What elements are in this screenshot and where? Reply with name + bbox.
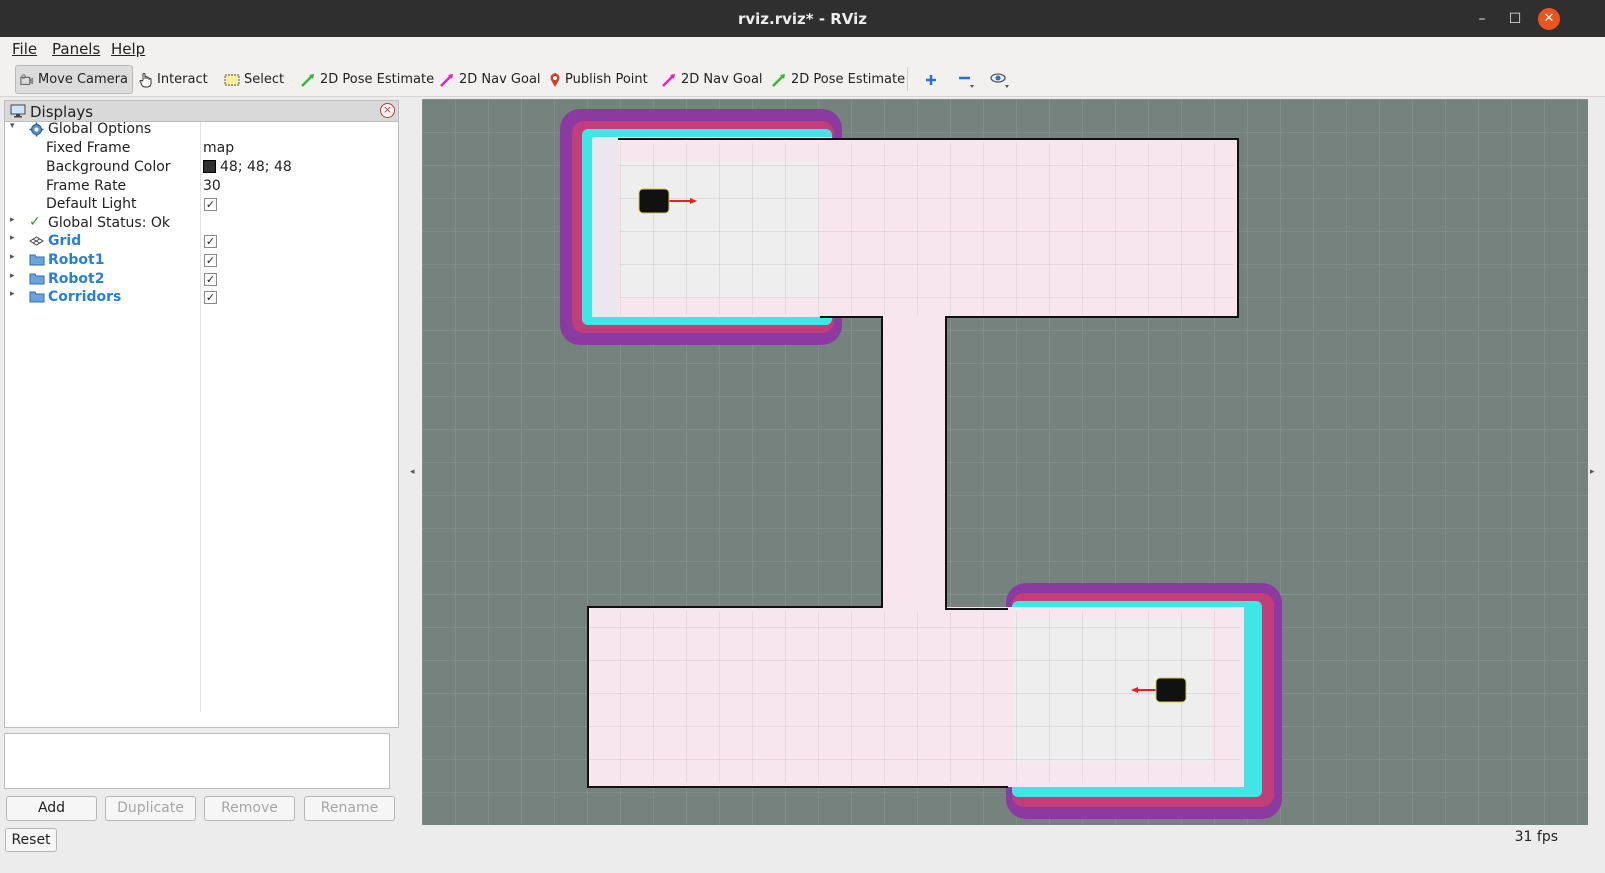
background-color-label: Background Color	[46, 159, 171, 175]
frame-rate-label: Frame Rate	[46, 178, 127, 194]
collapse-arrow-icon[interactable]: ▸	[10, 233, 15, 243]
background-color-value[interactable]: 48; 48; 48	[203, 159, 292, 175]
default-light-checkbox[interactable]: ✓	[204, 198, 217, 211]
duplicate-button[interactable]: Duplicate	[105, 796, 196, 821]
tree-row-global-options[interactable]: ▾ Global Options	[5, 121, 398, 139]
fixed-frame-label: Fixed Frame	[46, 140, 131, 156]
maximize-button[interactable]: ☐	[1504, 8, 1526, 30]
menu-panels[interactable]: Panels	[52, 40, 100, 58]
minus-icon	[959, 76, 974, 88]
move-camera-icon	[20, 73, 34, 85]
corridors-checkbox[interactable]: ✓	[204, 291, 217, 304]
select-tool[interactable]: Select	[220, 65, 288, 94]
tree-row-global-status[interactable]: ▸ ✓ Global Status: Ok	[5, 214, 398, 233]
collapse-arrow-icon[interactable]: ▸	[10, 289, 15, 299]
robot2-checkbox[interactable]: ✓	[204, 273, 217, 286]
menu-file[interactable]: File	[12, 40, 37, 58]
collapse-arrow-icon[interactable]: ▸	[10, 252, 15, 262]
global-options-label: Global Options	[48, 121, 152, 137]
robot1-checkbox[interactable]: ✓	[204, 254, 217, 267]
move-camera-tool[interactable]: Move Camera	[15, 65, 133, 94]
tree-row-frame-rate[interactable]: Frame Rate 30	[5, 178, 398, 196]
interact-tool[interactable]: Interact	[135, 65, 212, 94]
displays-panel: Displays × ▾ Global Options Fixed Frame …	[4, 100, 399, 728]
reset-button[interactable]: Reset	[5, 828, 57, 852]
collapse-arrow-icon[interactable]: ▸	[10, 271, 15, 281]
publish-point-label: Publish Point	[565, 72, 648, 87]
pose-estimate-label-1: 2D Pose Estimate	[320, 72, 435, 87]
remove-button[interactable]: Remove	[204, 796, 295, 821]
tree-row-grid[interactable]: ▸ Grid ✓	[5, 233, 398, 251]
background-color-text: 48; 48; 48	[220, 159, 292, 175]
displays-header: Displays ×	[5, 101, 398, 122]
hand-pointer-icon	[139, 72, 152, 87]
render-viewport[interactable]	[422, 99, 1588, 825]
folder-icon	[29, 273, 45, 285]
add-tool-button[interactable]	[920, 65, 946, 94]
default-light-label: Default Light	[46, 196, 137, 212]
close-panel-button[interactable]: ×	[380, 103, 395, 118]
eye-icon	[990, 72, 1009, 88]
pose-estimate-label-2: 2D Pose Estimate	[791, 72, 906, 87]
grid-icon	[29, 236, 44, 246]
select-label: Select	[244, 72, 285, 87]
toolbar-separator	[907, 67, 908, 91]
color-swatch	[203, 160, 216, 173]
monitor-icon	[10, 104, 26, 118]
folder-icon	[29, 254, 45, 266]
collapse-left-icon[interactable]: ◂	[410, 467, 415, 477]
pose-estimate-tool-1[interactable]: 2D Pose Estimate	[296, 65, 438, 94]
tree-row-corridors[interactable]: ▸ Corridors ✓	[5, 289, 398, 307]
gear-icon	[29, 122, 44, 137]
tree-row-background-color[interactable]: Background Color 48; 48; 48	[5, 159, 398, 177]
displays-title: Displays	[30, 103, 94, 121]
collapse-arrow-icon[interactable]: ▸	[10, 215, 15, 225]
map-pin-icon	[550, 72, 560, 87]
pose-estimate-tool-2[interactable]: 2D Pose Estimate	[767, 65, 909, 94]
grid-checkbox[interactable]: ✓	[204, 235, 217, 248]
tree-row-robot1[interactable]: ▸ Robot1 ✓	[5, 252, 398, 270]
global-status-label: Global Status: Ok	[48, 215, 171, 231]
corridors-label: Corridors	[48, 289, 122, 305]
nav-goal-tool-1[interactable]: 2D Nav Goal	[435, 65, 545, 94]
frame-rate-value[interactable]: 30	[203, 178, 221, 194]
description-area	[4, 733, 390, 789]
magenta-arrow-icon	[440, 73, 453, 87]
robot2-label: Robot2	[48, 271, 105, 287]
grid-label: Grid	[48, 233, 82, 249]
nav-goal-tool-2[interactable]: 2D Nav Goal	[657, 65, 767, 94]
tree-row-fixed-frame[interactable]: Fixed Frame map	[5, 140, 398, 158]
folder-icon	[29, 291, 45, 303]
window-title: rviz.rviz* - RViz	[737, 10, 868, 28]
close-button[interactable]: ✕	[1538, 8, 1560, 30]
nav-goal-label-1: 2D Nav Goal	[459, 72, 541, 87]
tree-row-default-light[interactable]: Default Light ✓	[5, 196, 398, 214]
nav-goal-label-2: 2D Nav Goal	[681, 72, 763, 87]
menu-help[interactable]: Help	[111, 40, 145, 58]
magenta-arrow-icon	[662, 73, 675, 87]
robot1-label: Robot1	[48, 252, 105, 268]
plus-icon	[926, 74, 936, 85]
move-camera-label: Move Camera	[37, 72, 128, 87]
publish-point-tool[interactable]: Publish Point	[545, 65, 652, 94]
expand-arrow-icon[interactable]: ▾	[10, 121, 15, 131]
remove-tool-button[interactable]	[953, 65, 985, 94]
collapse-right-icon[interactable]: ▸	[1590, 467, 1595, 477]
green-arrow-icon	[301, 73, 314, 87]
tree-row-robot2[interactable]: ▸ Robot2 ✓	[5, 271, 398, 289]
toolbar: Move Camera Interact Select 2D Pose Esti…	[0, 61, 1605, 97]
green-arrow-icon	[772, 73, 785, 87]
minimize-button[interactable]: –	[1471, 8, 1493, 30]
fixed-frame-value[interactable]: map	[203, 140, 234, 156]
rename-button[interactable]: Rename	[304, 796, 395, 821]
menu-bar: File Panels Help	[0, 37, 1605, 61]
camera-type-button[interactable]	[986, 65, 1020, 94]
select-box-icon	[224, 74, 240, 85]
interact-label: Interact	[157, 72, 208, 87]
status-ok-icon: ✓	[29, 214, 41, 230]
window-titlebar: rviz.rviz* - RViz – ☐ ✕	[0, 0, 1605, 37]
add-button[interactable]: Add	[6, 796, 97, 821]
fps-readout: 31 fps	[1514, 829, 1558, 845]
map-canvas[interactable]	[422, 99, 1588, 825]
